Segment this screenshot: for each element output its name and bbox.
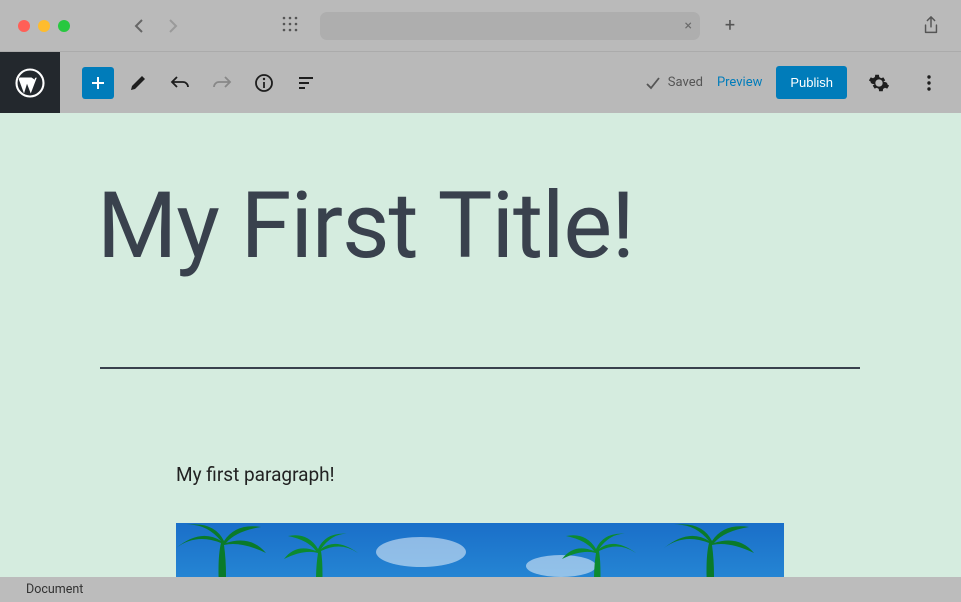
grid-icon <box>282 16 298 32</box>
browser-tab-bar: × + <box>0 0 961 52</box>
publish-button[interactable]: Publish <box>776 66 847 99</box>
post-title[interactable]: My First Title! <box>97 173 634 280</box>
cloud-decoration <box>376 537 466 567</box>
chevron-left-icon <box>132 18 148 34</box>
list-view-icon <box>295 72 317 94</box>
palm-decoration <box>554 533 644 577</box>
close-window-button[interactable] <box>18 20 30 32</box>
forward-button[interactable] <box>160 14 184 38</box>
back-button[interactable] <box>128 14 152 38</box>
add-block-button[interactable] <box>82 67 114 99</box>
share-button[interactable] <box>919 14 943 38</box>
toolbar-left-group <box>60 65 324 101</box>
redo-icon <box>211 72 233 94</box>
image-block[interactable] <box>176 523 784 577</box>
separator-block[interactable] <box>100 367 860 369</box>
save-status: Saved <box>644 74 703 92</box>
wordpress-logo-button[interactable] <box>0 52 60 113</box>
show-tabs-button[interactable] <box>282 16 298 36</box>
palm-decoration <box>176 523 276 577</box>
clear-address-icon[interactable]: × <box>685 18 692 34</box>
breadcrumb-root[interactable]: Document <box>26 582 83 597</box>
info-icon <box>253 72 275 94</box>
more-options-button[interactable] <box>911 65 947 101</box>
undo-button[interactable] <box>162 65 198 101</box>
wordpress-icon <box>15 68 45 98</box>
plus-icon <box>88 73 108 93</box>
maximize-window-button[interactable] <box>58 20 70 32</box>
address-bar[interactable]: × <box>320 12 700 40</box>
chevron-right-icon <box>164 18 180 34</box>
minimize-window-button[interactable] <box>38 20 50 32</box>
palm-decoration <box>654 523 764 577</box>
undo-icon <box>169 72 191 94</box>
saved-label: Saved <box>668 75 703 90</box>
palm-decoration <box>276 533 366 577</box>
new-tab-button[interactable]: + <box>718 14 742 38</box>
outline-button[interactable] <box>288 65 324 101</box>
edit-mode-button[interactable] <box>120 65 156 101</box>
info-button[interactable] <box>246 65 282 101</box>
gear-icon <box>868 72 890 94</box>
editor-toolbar: Saved Preview Publish <box>0 52 961 113</box>
redo-button[interactable] <box>204 65 240 101</box>
preview-button[interactable]: Preview <box>717 75 762 90</box>
kebab-icon <box>918 72 940 94</box>
checkmark-icon <box>644 74 662 92</box>
settings-button[interactable] <box>861 65 897 101</box>
editor-canvas[interactable]: My First Title! My first paragraph! <box>0 113 961 577</box>
paragraph-block[interactable]: My first paragraph! <box>176 463 335 486</box>
share-icon <box>922 16 940 36</box>
pencil-icon <box>128 73 148 93</box>
toolbar-right-group: Saved Preview Publish <box>644 65 947 101</box>
block-breadcrumb: Document <box>0 577 961 602</box>
window-controls <box>18 20 70 32</box>
